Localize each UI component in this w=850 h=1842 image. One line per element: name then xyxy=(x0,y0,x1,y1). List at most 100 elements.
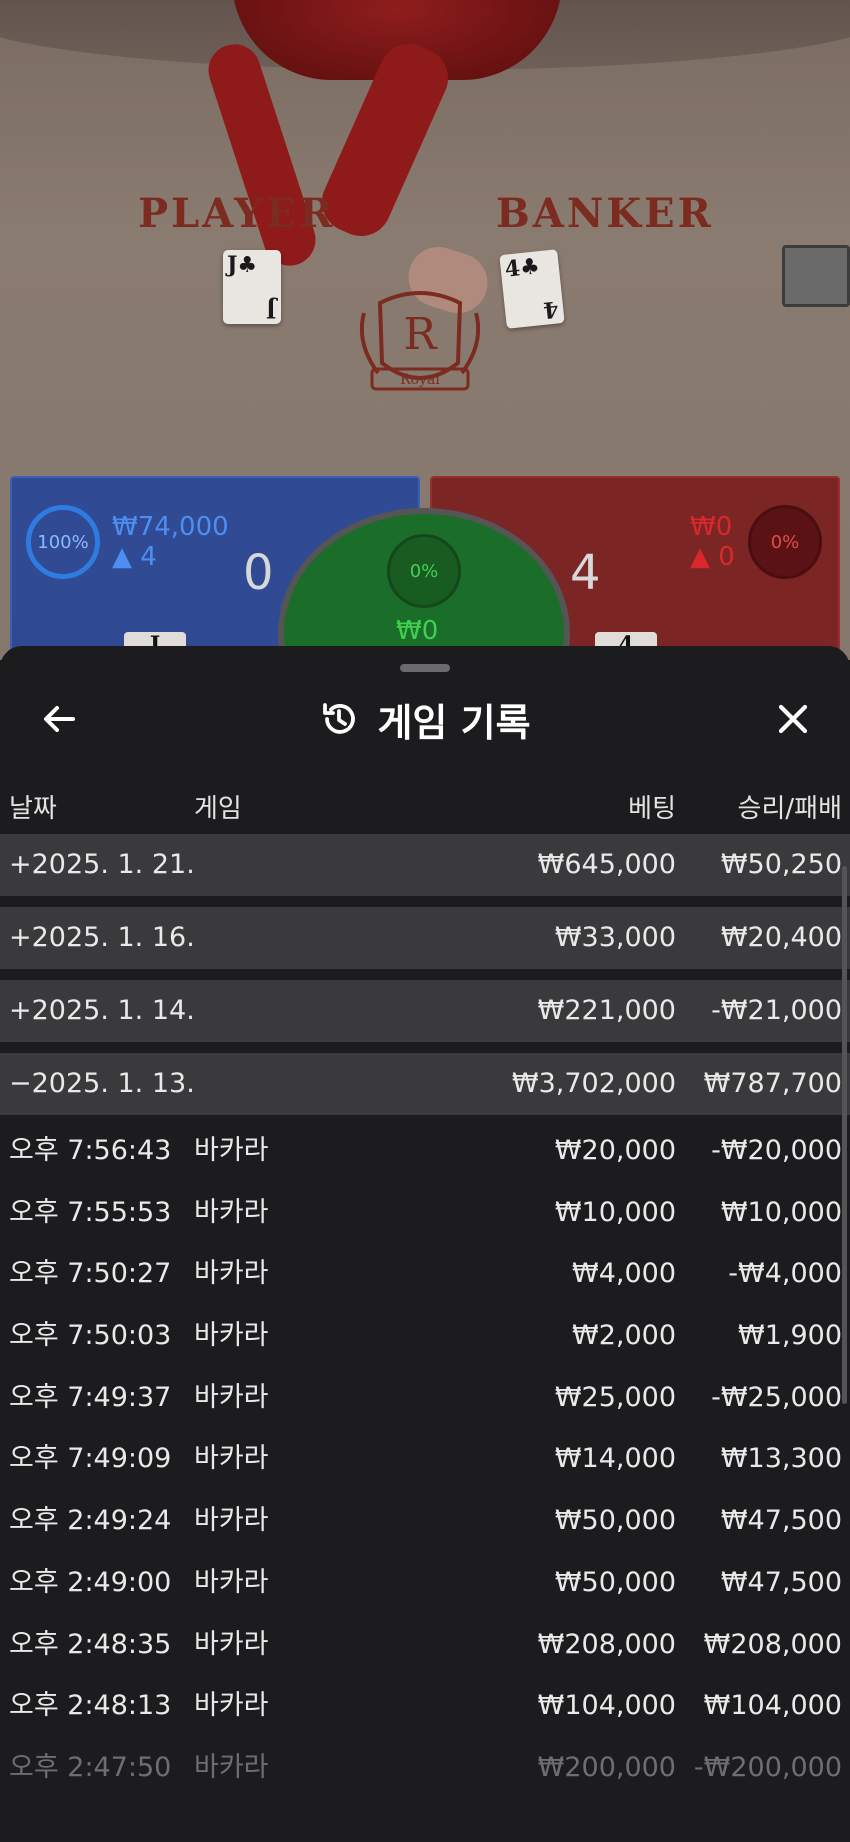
game-row[interactable]: 오후 7:49:09 바카라 ₩14,000 ₩13,300 xyxy=(0,1428,850,1490)
game-cell: 바카라 xyxy=(194,1628,269,1660)
game-row[interactable]: 오후 7:56:43 바카라 ₩20,000 -₩20,000 xyxy=(0,1120,850,1182)
time-cell: 오후 2:49:00 xyxy=(9,1566,172,1598)
close-icon xyxy=(778,704,808,734)
history-icon xyxy=(323,703,356,734)
date-group-row-expanded[interactable]: −2025. 1. 13. ₩3,702,000 ₩787,700 xyxy=(0,1053,850,1115)
game-row[interactable]: 오후 7:55:53 바카라 ₩10,000 ₩10,000 xyxy=(0,1182,850,1244)
date-group-row[interactable]: +2025. 1. 16. ₩33,000 ₩20,400 xyxy=(0,907,850,969)
sheet-drag-handle[interactable] xyxy=(400,664,450,672)
close-button[interactable] xyxy=(758,684,828,754)
bet-cell: ₩50,000 xyxy=(554,1505,676,1537)
banker-percent-ring: 0% xyxy=(748,505,822,579)
player-card-rank-bottom: J xyxy=(265,296,276,322)
card-shoe xyxy=(782,245,850,307)
bet-cell: ₩20,000 xyxy=(554,1135,676,1166)
bet-cell: ₩200,000 xyxy=(537,1751,676,1783)
crest-letter: R xyxy=(403,309,438,360)
sheet-title: 게임 기록 xyxy=(377,700,531,745)
time-cell: 오후 7:50:27 xyxy=(9,1258,172,1290)
time-cell: 오후 2:47:50 xyxy=(9,1751,172,1783)
winloss-cell: ₩10,000 xyxy=(720,1196,842,1228)
winloss-cell: ₩50,250 xyxy=(720,849,842,880)
winloss-cell: ₩208,000 xyxy=(703,1628,842,1660)
game-row[interactable]: 오후 2:49:24 바카라 ₩50,000 ₩47,500 xyxy=(0,1490,850,1552)
crest-text: Royal xyxy=(400,372,440,388)
winloss-cell: ₩787,700 xyxy=(703,1068,842,1099)
bet-cell: ₩33,000 xyxy=(554,922,676,953)
winloss-cell: -₩200,000 xyxy=(693,1751,842,1783)
winloss-cell: -₩25,000 xyxy=(711,1381,842,1413)
tie-bet-amount: ₩0 xyxy=(396,616,439,646)
tie-percent: 0% xyxy=(409,560,439,582)
bet-cell: ₩221,000 xyxy=(537,995,676,1026)
banker-percent: 0% xyxy=(770,531,800,553)
winloss-cell: -₩21,000 xyxy=(711,995,842,1026)
player-bet-info: ₩74,000 ▲ 4 xyxy=(112,512,229,572)
bet-cell: ₩2,000 xyxy=(572,1320,676,1352)
game-cell: 바카라 xyxy=(194,1258,269,1290)
game-cell: 바카라 xyxy=(194,1320,269,1352)
banker-bet-amount: ₩0 xyxy=(690,512,733,542)
bet-cell: ₩50,000 xyxy=(554,1566,676,1598)
sheet-header: 게임 기록 xyxy=(0,694,850,745)
game-cell: 바카라 xyxy=(194,1690,269,1722)
game-row[interactable]: 오후 7:49:37 바카라 ₩25,000 -₩25,000 xyxy=(0,1367,850,1429)
bet-cell: ₩208,000 xyxy=(537,1628,676,1660)
banker-bettor-count: 0 xyxy=(718,542,735,572)
player-bettor-count: 4 xyxy=(140,542,157,572)
banker-bet-info: ₩0 ▲ 0 xyxy=(690,512,735,572)
column-header-game[interactable]: 게임 xyxy=(194,788,242,830)
game-cell: 바카라 xyxy=(194,1505,269,1537)
banker-card-rank-bottom: 4 xyxy=(541,295,560,323)
winloss-cell: ₩20,400 xyxy=(720,922,842,953)
history-scrollbar[interactable] xyxy=(842,866,847,1404)
player-bet-amount: ₩74,000 xyxy=(112,512,229,542)
player-card: J♣ J xyxy=(223,250,281,324)
time-cell: 오후 2:48:13 xyxy=(9,1690,172,1722)
player-table-label: PLAYER xyxy=(138,190,336,237)
royal-crest-logo: R Royal xyxy=(359,291,481,391)
game-row[interactable]: 오후 2:47:50 바카라 ₩200,000 -₩200,000 xyxy=(0,1737,850,1799)
player-percent: 100% xyxy=(37,531,89,553)
time-cell: 오후 7:55:53 xyxy=(9,1196,172,1228)
date-cell: −2025. 1. 13. xyxy=(9,1068,195,1099)
tie-percent-ring: 0% xyxy=(387,534,461,608)
game-cell: 바카라 xyxy=(194,1566,269,1598)
bet-cell: ₩25,000 xyxy=(554,1381,676,1413)
banker-score: 4 xyxy=(570,545,601,601)
person-icon: ▲ xyxy=(112,542,132,572)
winloss-cell: ₩47,500 xyxy=(720,1566,842,1598)
bet-cell: ₩4,000 xyxy=(572,1258,676,1290)
date-cell: +2025. 1. 16. xyxy=(9,922,195,953)
game-history-sheet: 게임 기록 날짜 게임 베팅 승리/패배 +2025. 1. 21. ₩645,… xyxy=(0,646,850,1842)
game-cell: 바카라 xyxy=(194,1443,269,1475)
player-card-suit: ♣ xyxy=(237,252,258,278)
banker-table-label: BANKER xyxy=(496,190,714,237)
date-cell: +2025. 1. 21. xyxy=(9,849,195,880)
bet-cell: ₩10,000 xyxy=(554,1196,676,1228)
game-cell: 바카라 xyxy=(194,1135,269,1166)
live-video-feed: PLAYER BANKER J♣ J 4 ♣ 4 R Royal 100% ₩74… xyxy=(0,0,850,660)
game-row[interactable]: 오후 2:49:00 바카라 ₩50,000 ₩47,500 xyxy=(0,1552,850,1614)
column-header-winloss[interactable]: 승리/패배 xyxy=(738,788,842,830)
bet-cell: ₩14,000 xyxy=(554,1443,676,1475)
time-cell: 오후 7:49:09 xyxy=(9,1443,172,1475)
winloss-cell: ₩13,300 xyxy=(720,1443,842,1475)
date-group-row[interactable]: +2025. 1. 21. ₩645,000 ₩50,250 xyxy=(0,834,850,896)
winloss-cell: ₩47,500 xyxy=(720,1505,842,1537)
time-cell: 오후 7:49:37 xyxy=(9,1381,172,1413)
game-row[interactable]: 오후 2:48:13 바카라 ₩104,000 ₩104,000 xyxy=(0,1675,850,1737)
time-cell: 오후 7:56:43 xyxy=(9,1135,172,1166)
game-cell: 바카라 xyxy=(194,1751,269,1783)
column-header-date[interactable]: 날짜 xyxy=(9,788,57,830)
game-row[interactable]: 오후 7:50:03 바카라 ₩2,000 ₩1,900 xyxy=(0,1305,850,1367)
date-group-row[interactable]: +2025. 1. 14. ₩221,000 -₩21,000 xyxy=(0,980,850,1042)
history-list: +2025. 1. 21. ₩645,000 ₩50,250 +2025. 1.… xyxy=(0,834,850,1799)
player-card-rank: J xyxy=(227,252,238,278)
column-header-bet[interactable]: 베팅 xyxy=(628,788,676,830)
game-row[interactable]: 오후 2:48:35 바카라 ₩208,000 ₩208,000 xyxy=(0,1614,850,1676)
bet-cell: ₩3,702,000 xyxy=(511,1068,676,1099)
winloss-cell: ₩104,000 xyxy=(703,1690,842,1722)
player-score: 0 xyxy=(243,545,274,601)
game-row[interactable]: 오후 7:50:27 바카라 ₩4,000 -₩4,000 xyxy=(0,1243,850,1305)
